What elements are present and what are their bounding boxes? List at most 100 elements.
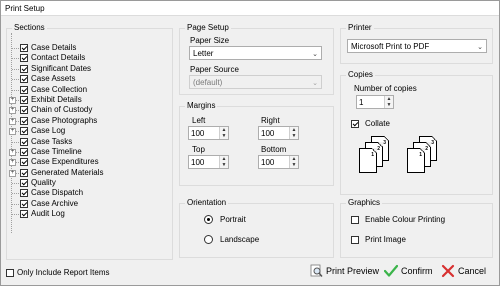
paper-source-label: Paper Source bbox=[190, 65, 239, 74]
section-checkbox[interactable] bbox=[20, 54, 28, 63]
expand-icon[interactable]: + bbox=[9, 107, 16, 115]
expand-icon[interactable]: + bbox=[9, 128, 16, 136]
section-label: Exhibit Details bbox=[31, 94, 82, 104]
portrait-label: Portrait bbox=[220, 215, 246, 224]
orientation-title: Orientation bbox=[185, 198, 229, 208]
title-bar: Print Setup bbox=[1, 1, 499, 16]
enable-colour-printing-checkbox[interactable] bbox=[351, 216, 359, 224]
tree-connector bbox=[12, 183, 19, 185]
margins-title: Margins bbox=[185, 101, 218, 111]
print-image-checkbox[interactable] bbox=[351, 236, 359, 244]
section-label: Generated Materials bbox=[31, 167, 104, 177]
copies-title: Copies bbox=[346, 70, 375, 80]
section-checkbox[interactable] bbox=[20, 168, 28, 177]
sections-group: Sections Case Details Contact Details Sign… bbox=[6, 23, 173, 260]
cancel-button[interactable]: Cancel bbox=[441, 263, 486, 279]
bottom-margin-spinner[interactable]: 100 ▲ ▼ bbox=[258, 155, 299, 169]
right-margin-spinner[interactable]: 100 ▲ ▼ bbox=[258, 126, 299, 140]
expand-icon[interactable]: + bbox=[9, 117, 16, 125]
portrait-radio[interactable] bbox=[204, 215, 213, 224]
tree-connector bbox=[12, 48, 19, 49]
expand-icon[interactable]: + bbox=[9, 148, 16, 156]
section-checkbox[interactable] bbox=[20, 106, 28, 115]
section-label: Contact Details bbox=[31, 53, 86, 63]
paper-source-select[interactable]: (default) ⌄ bbox=[189, 75, 322, 89]
expand-icon[interactable]: + bbox=[9, 96, 16, 104]
right-margin-value: 100 bbox=[261, 129, 275, 138]
section-label: Case Photographs bbox=[31, 115, 98, 125]
enable-colour-printing-label: Enable Colour Printing bbox=[365, 215, 446, 224]
number-of-copies-spinner[interactable]: 1 ▲ ▼ bbox=[356, 95, 394, 109]
section-label: Case Expenditures bbox=[31, 157, 99, 167]
confirm-button[interactable]: Confirm bbox=[384, 263, 433, 279]
number-of-copies-value: 1 bbox=[359, 98, 364, 107]
section-label: Case Details bbox=[31, 43, 77, 52]
printer-select[interactable]: Microsoft Print to PDF ⌄ bbox=[347, 39, 487, 53]
tree-connector bbox=[12, 203, 19, 205]
page-icon: 1 bbox=[407, 148, 425, 173]
page-icon: 1 bbox=[359, 148, 377, 173]
section-checkbox[interactable] bbox=[20, 75, 28, 84]
landscape-label: Landscape bbox=[220, 235, 260, 244]
section-label: Case Timeline bbox=[31, 146, 82, 156]
section-checkbox[interactable] bbox=[20, 44, 28, 52]
bottom-margin-value: 100 bbox=[261, 158, 275, 167]
section-checkbox[interactable] bbox=[20, 137, 28, 146]
section-label: Quality bbox=[31, 178, 56, 188]
only-include-report-items-label: Only Include Report Items bbox=[17, 268, 110, 277]
section-checkbox[interactable] bbox=[20, 85, 28, 94]
section-checkbox[interactable] bbox=[20, 147, 28, 156]
landscape-radio[interactable] bbox=[204, 235, 213, 244]
left-margin-spinner[interactable]: 100 ▲ ▼ bbox=[188, 126, 229, 140]
tree-connector bbox=[12, 68, 19, 70]
tree-connector bbox=[12, 214, 19, 216]
spin-down-icon[interactable]: ▼ bbox=[290, 133, 298, 139]
tree-connector bbox=[12, 79, 19, 81]
spin-down-icon[interactable]: ▼ bbox=[290, 162, 298, 168]
section-label: Case Dispatch bbox=[31, 188, 84, 198]
section-checkbox[interactable] bbox=[20, 179, 28, 188]
section-checkbox[interactable] bbox=[20, 116, 28, 125]
section-checkbox[interactable] bbox=[20, 189, 28, 198]
spin-down-icon[interactable]: ▼ bbox=[385, 102, 393, 108]
sections-title: Sections bbox=[12, 23, 47, 33]
orientation-group: Orientation Portrait Landscape bbox=[179, 198, 334, 258]
left-margin-value: 100 bbox=[191, 129, 205, 138]
top-margin-label: Top bbox=[192, 145, 205, 154]
bottom-margin-label: Bottom bbox=[261, 145, 287, 154]
paper-size-label: Paper Size bbox=[190, 36, 230, 45]
graphics-group: Graphics Enable Colour Printing Print Im… bbox=[340, 198, 493, 258]
collate-checkbox[interactable] bbox=[351, 120, 359, 128]
section-checkbox[interactable] bbox=[20, 158, 28, 167]
only-include-report-items-checkbox[interactable] bbox=[6, 269, 14, 277]
tree-connector bbox=[12, 141, 19, 143]
section-checkbox[interactable] bbox=[20, 95, 28, 104]
print-setup-window: Print Setup Sections Case Details Contact… bbox=[0, 0, 500, 286]
copies-group: Copies Number of copies 1 ▲ ▼ Collate 3 2… bbox=[340, 70, 493, 195]
paper-size-value: Letter bbox=[193, 49, 214, 58]
paper-size-select[interactable]: Letter ⌄ bbox=[189, 46, 322, 60]
top-margin-spinner[interactable]: 100 ▲ ▼ bbox=[188, 155, 229, 169]
checkmark-icon bbox=[384, 264, 398, 277]
print-preview-button[interactable]: Print Preview bbox=[310, 263, 379, 279]
printer-group: Printer Microsoft Print to PDF ⌄ bbox=[340, 23, 493, 64]
section-checkbox[interactable] bbox=[20, 199, 28, 208]
tree-connector bbox=[12, 193, 19, 195]
section-label: Case Log bbox=[31, 126, 66, 136]
spin-down-icon[interactable]: ▼ bbox=[220, 133, 228, 139]
section-checkbox[interactable] bbox=[20, 210, 28, 219]
section-label: Case Archive bbox=[31, 198, 79, 208]
section-checkbox[interactable] bbox=[20, 127, 28, 136]
margins-group: Margins Left 100 ▲ ▼ Right 100 ▲ ▼ Top 100… bbox=[179, 101, 334, 186]
chevron-down-icon: ⌄ bbox=[477, 44, 483, 51]
spin-down-icon[interactable]: ▼ bbox=[220, 162, 228, 168]
section-label: Case Tasks bbox=[31, 136, 73, 146]
printer-title: Printer bbox=[346, 23, 374, 33]
section-checkbox[interactable] bbox=[20, 64, 28, 73]
expand-icon[interactable]: + bbox=[9, 159, 16, 167]
paper-source-value: (default) bbox=[193, 78, 223, 87]
top-margin-value: 100 bbox=[191, 158, 205, 167]
x-icon bbox=[441, 264, 455, 278]
expand-icon[interactable]: + bbox=[9, 169, 16, 177]
section-label: Significant Dates bbox=[31, 63, 92, 73]
